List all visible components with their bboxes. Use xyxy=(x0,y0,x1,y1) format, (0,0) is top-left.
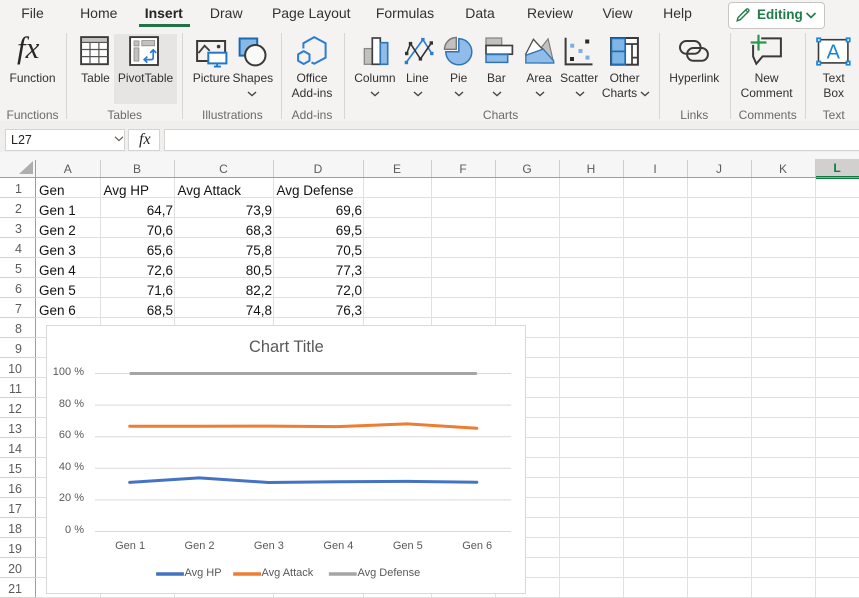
svg-text:A: A xyxy=(827,41,841,63)
